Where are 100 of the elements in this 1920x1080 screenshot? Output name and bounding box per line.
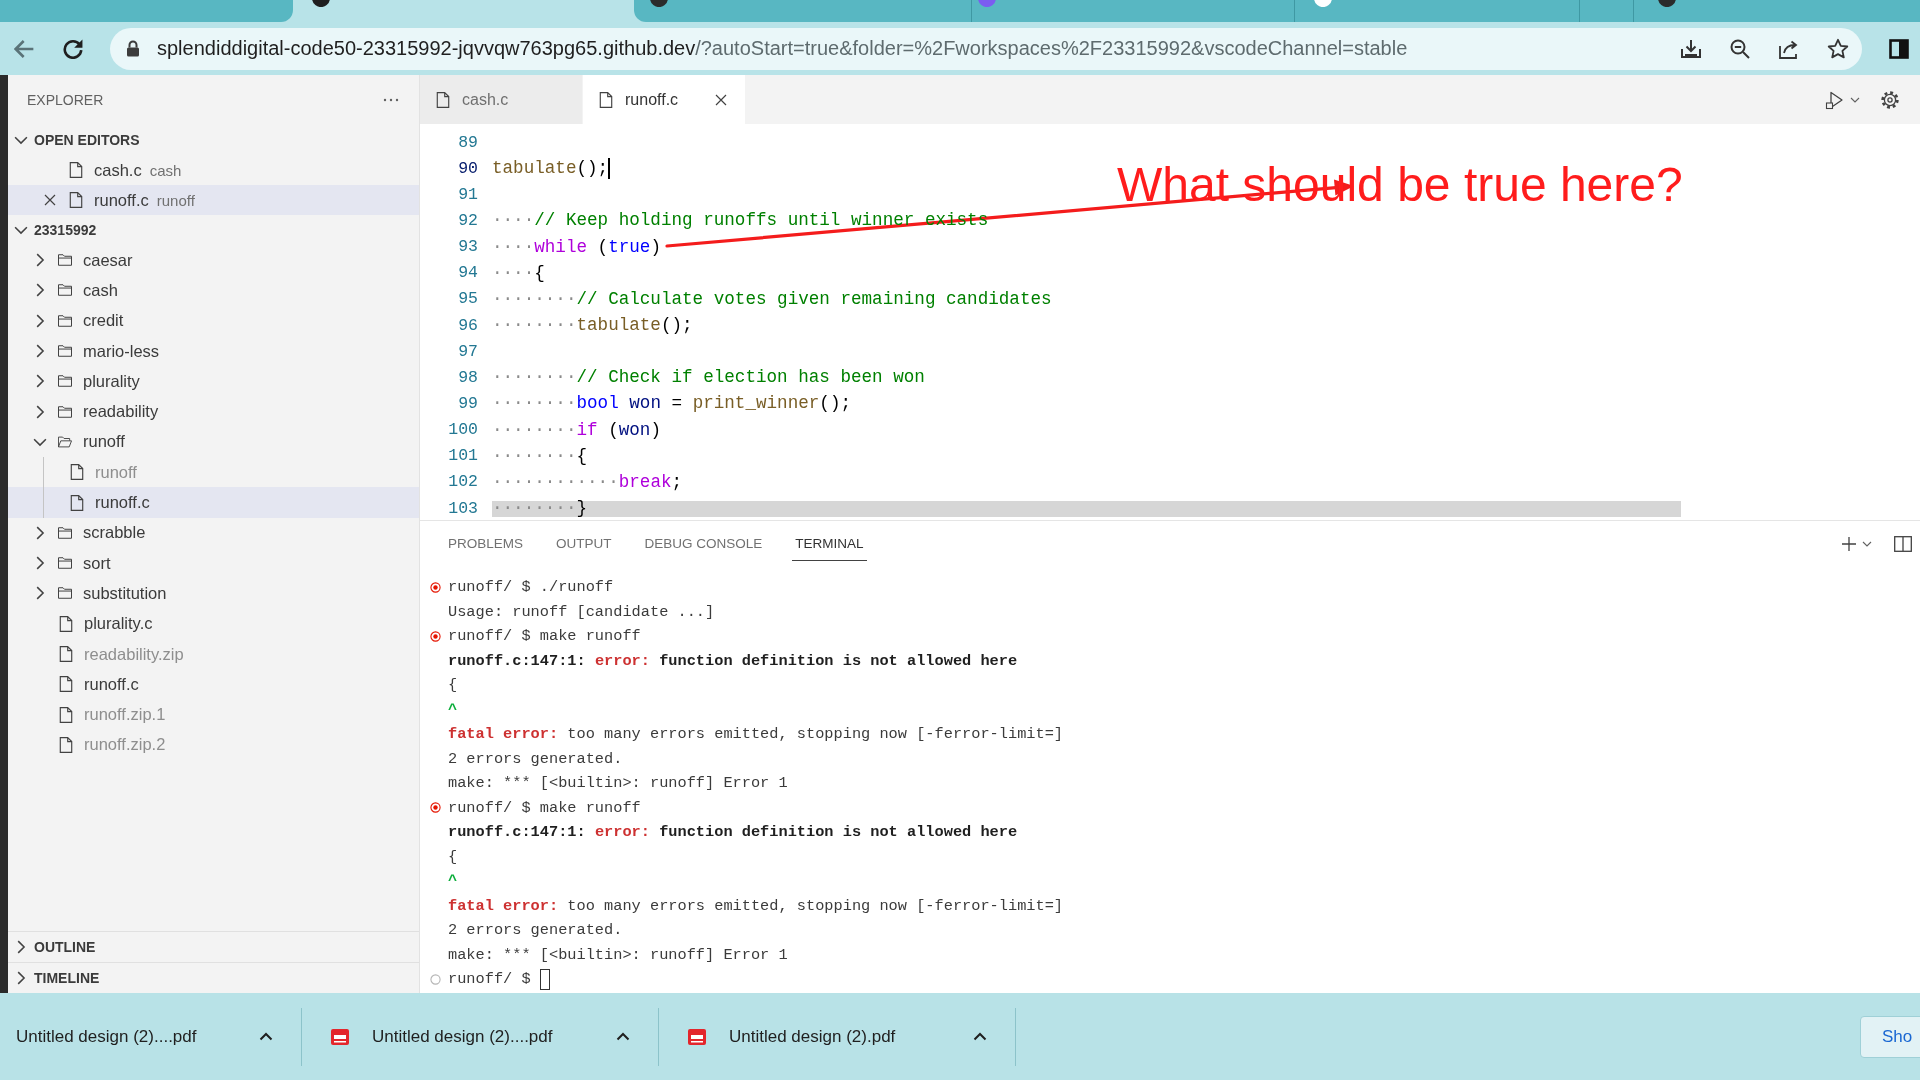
reload-icon[interactable]	[63, 38, 83, 59]
file-icon	[70, 464, 84, 481]
chevron-up-icon[interactable]	[259, 1032, 273, 1041]
download-name[interactable]: Untitled design (2)....pdf	[16, 1026, 197, 1047]
horizontal-scrollbar[interactable]	[492, 501, 1681, 517]
section-header[interactable]: 23315992	[8, 215, 419, 245]
line-number: 94	[457, 263, 478, 283]
terminal-line: make: *** [<builtin>: runoff] Error 1	[448, 945, 788, 964]
download-name[interactable]: Untitled design (2).pdf	[729, 1026, 896, 1047]
file-item[interactable]: runoff.c	[8, 669, 419, 700]
panel-tab[interactable]: OUTPUT	[553, 527, 615, 561]
file-icon	[599, 91, 613, 108]
code-line: ········// Calculate votes given remaining candidates	[492, 288, 1052, 309]
folder-icon	[58, 585, 72, 602]
close-icon[interactable]	[44, 194, 56, 206]
file-icon	[70, 494, 84, 511]
download-name[interactable]: Untitled design (2)....pdf	[372, 1026, 553, 1047]
error-circle-icon[interactable]	[429, 581, 441, 593]
code-line: ········bool won = print_winner();	[492, 393, 851, 414]
terminal-line: runoff/ $ make runoff	[448, 627, 641, 646]
caret-down-icon[interactable]	[1850, 96, 1860, 103]
panel-tab[interactable]: DEBUG CONSOLE	[641, 527, 766, 561]
folder-item[interactable]: sort	[8, 547, 419, 579]
line-number: 90	[457, 158, 478, 178]
open-editor-item[interactable]: cash.c cash	[8, 155, 419, 185]
folder-icon	[58, 555, 72, 572]
line-number: 102	[447, 472, 478, 492]
line-number: 99	[457, 393, 478, 413]
settings-icon[interactable]	[1880, 89, 1900, 110]
error-circle-icon[interactable]	[429, 630, 441, 642]
code-line: ········}	[492, 498, 588, 519]
terminal-line: runoff.c:147:1: error: function definition is not allowed here	[448, 823, 1018, 842]
more-icon[interactable]	[383, 98, 399, 102]
folder-icon	[58, 403, 72, 420]
open-editor-item[interactable]: runoff.c runoff	[8, 185, 419, 215]
file-icon	[59, 676, 73, 693]
code-line: ····while (true)	[492, 236, 661, 257]
folder-icon	[58, 373, 72, 390]
terminal-line: fatal error: too many errors emitted, stopping now [-ferror-limit=]	[448, 896, 1064, 915]
chevron-up-icon[interactable]	[616, 1032, 630, 1041]
file-icon	[59, 736, 73, 753]
close-icon[interactable]	[715, 93, 727, 106]
terminal-line: ^	[448, 872, 458, 891]
panel-tab[interactable]: TERMINAL	[792, 527, 867, 561]
code-line: ····{	[492, 262, 545, 283]
terminal-line: {	[448, 847, 458, 866]
editor-tab[interactable]: runoff.c	[583, 75, 746, 124]
folder-item[interactable]: scrabble	[8, 517, 419, 548]
folder-item[interactable]: readability	[8, 396, 419, 427]
error-circle-icon[interactable]	[429, 802, 441, 814]
folder-item[interactable]: credit	[8, 305, 419, 336]
code-line: ············break;	[492, 471, 683, 492]
file-icon	[69, 192, 83, 208]
folder-item[interactable]: substitution	[8, 578, 419, 609]
file-icon	[59, 706, 73, 723]
line-number: 96	[457, 315, 478, 335]
line-number: 91	[457, 184, 478, 204]
split-panel-icon[interactable]	[1894, 536, 1912, 552]
code-line: ········// Check if election has been won	[492, 367, 925, 388]
terminal-line: runoff/ $ ./runoff	[448, 578, 614, 597]
folder-item[interactable]: cash	[8, 275, 419, 306]
plus-icon[interactable]	[1841, 536, 1857, 552]
file-icon	[436, 91, 450, 108]
file-icon	[59, 615, 73, 632]
chevron-up-icon[interactable]	[973, 1032, 987, 1041]
sidebar-title: EXPLORER	[27, 92, 104, 108]
run-icon[interactable]	[1825, 89, 1845, 110]
folder-icon	[58, 282, 72, 299]
file-item[interactable]: runoff.c	[8, 487, 419, 518]
address-bar[interactable]: splendiddigital-code50-23315992-jqvvqw763pg65.github.dev/?autoStart=true&folder=%2Fworkspaces%2F23315992&vscodeChannel=stable	[110, 27, 1862, 70]
terminal-line: runoff.c:147:1: error: function definition is not allowed here	[448, 651, 1018, 670]
panel-tab[interactable]: PROBLEMS	[445, 527, 527, 561]
back-arrow-icon[interactable]	[14, 38, 34, 59]
folder-item[interactable]: caesar	[8, 245, 419, 276]
show-all-button[interactable]: Sho	[1860, 1015, 1920, 1058]
folder-icon	[58, 343, 72, 360]
code-line: ········tabulate();	[492, 315, 693, 336]
folder-item[interactable]: mario-less	[8, 335, 419, 367]
section-header[interactable]: OPEN EDITORS	[8, 125, 419, 155]
terminal-line: runoff/ $ make runoff	[448, 798, 641, 817]
download-icon[interactable]	[1680, 37, 1702, 60]
line-number: 95	[457, 289, 478, 309]
folder-item[interactable]: runoff	[8, 426, 419, 458]
code-line: ········{	[492, 445, 588, 466]
star-icon[interactable]	[1827, 37, 1849, 60]
line-number: 92	[457, 211, 478, 230]
url-text[interactable]: splendiddigital-code50-23315992-jqvvqw763pg65.github.dev/?autoStart=true&folder=%2Fworkspaces%2F23315992&vscodeChannel=stable	[157, 37, 1653, 60]
side-panel-icon[interactable]	[1889, 38, 1909, 59]
line-number: 103	[447, 498, 478, 518]
zoom-out-icon[interactable]	[1729, 37, 1751, 60]
folder-item[interactable]: plurality	[8, 366, 419, 397]
section-header[interactable]: OUTLINE	[8, 931, 419, 962]
line-number: 93	[457, 237, 478, 257]
folder-description: cash	[149, 161, 182, 179]
lock-icon[interactable]	[126, 40, 140, 57]
file-item[interactable]: plurality.c	[8, 608, 419, 639]
editor-tab[interactable]: cash.c	[420, 75, 583, 124]
folder-icon	[58, 433, 72, 450]
caret-down-icon[interactable]	[1862, 541, 1872, 547]
line-number: 100	[447, 420, 478, 440]
